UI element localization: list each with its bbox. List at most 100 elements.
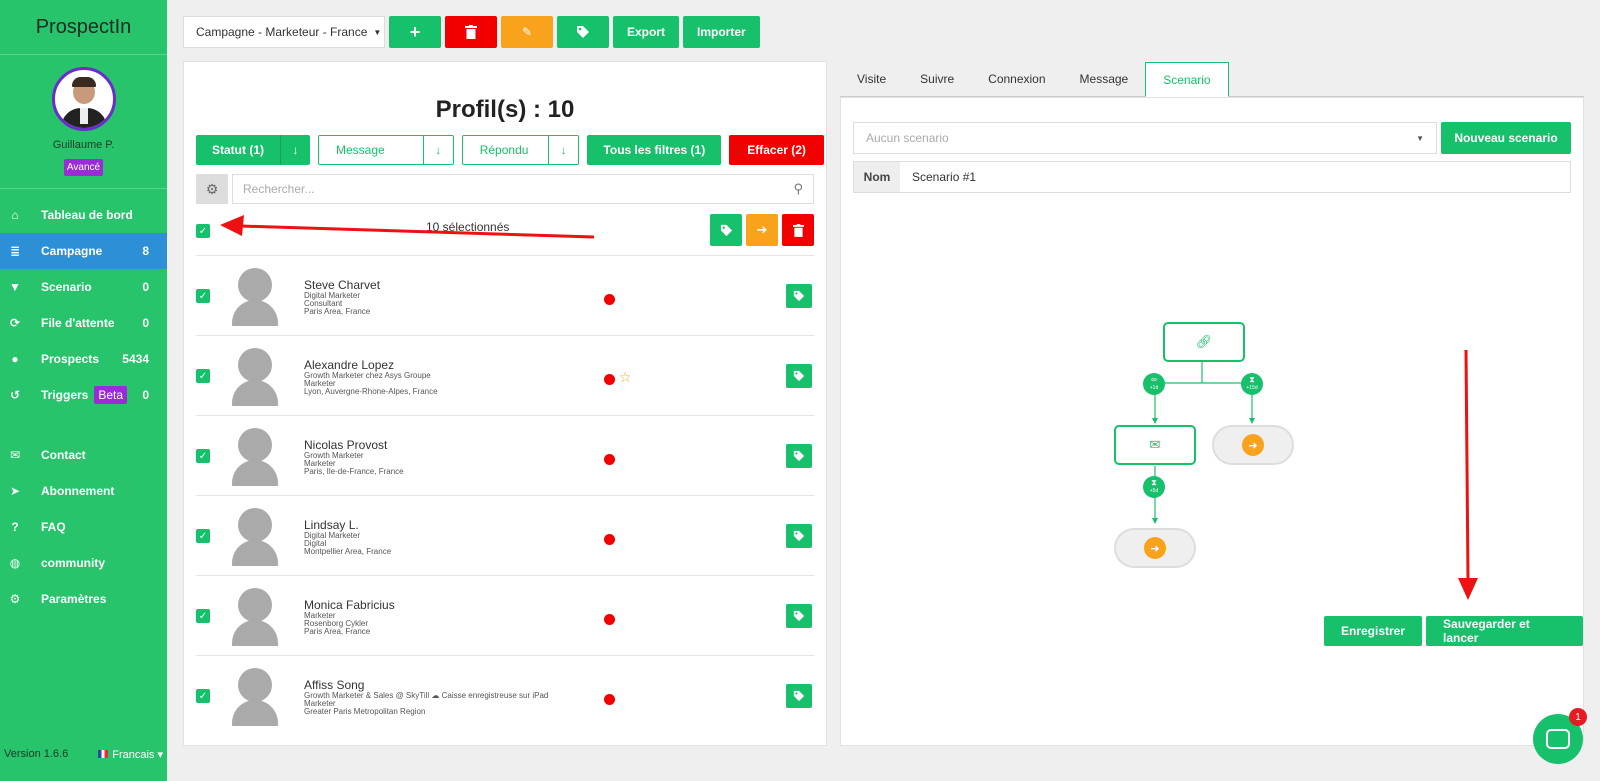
tab-scenario[interactable]: Scenario bbox=[1145, 62, 1229, 97]
status-filter-label: Statut (1) bbox=[212, 143, 264, 157]
row-tag-button[interactable] bbox=[786, 364, 812, 388]
sidebar-item-label: File d'attente bbox=[41, 316, 115, 330]
clear-filters-button[interactable]: Effacer (2) bbox=[729, 135, 824, 165]
table-row[interactable]: ✓ Alexandre Lopez Growth Marketer chez Asy… bbox=[196, 335, 814, 415]
secondary-nav: ✉ Contact ➤ Abonnement? FAQ ◍ community ⚙ Paramè… bbox=[0, 437, 167, 617]
trash-icon bbox=[792, 223, 804, 237]
row-tag-button[interactable] bbox=[786, 604, 812, 628]
tab-message[interactable]: Message bbox=[1063, 62, 1146, 96]
sidebar-item-label: Campagne bbox=[41, 244, 103, 258]
profile-name[interactable]: Affiss Song bbox=[304, 678, 548, 692]
tag-icon bbox=[793, 290, 805, 302]
refresh-icon: ⟳ bbox=[9, 316, 21, 330]
exit-node[interactable]: ➜ bbox=[1212, 425, 1294, 465]
sidebar-item-param-tres[interactable]: ⚙ Paramètres bbox=[0, 581, 167, 617]
row-tag-button[interactable] bbox=[786, 284, 812, 308]
export-button[interactable]: Export bbox=[613, 16, 680, 48]
avatar[interactable] bbox=[51, 67, 116, 131]
import-button[interactable]: Importer bbox=[683, 16, 760, 48]
sidebar-item-abonnement[interactable]: ➤ Abonnement bbox=[0, 473, 167, 509]
edit-campaign-button[interactable]: ✎ bbox=[501, 16, 553, 48]
select-all-checkbox[interactable]: ✓ bbox=[196, 224, 210, 238]
table-row[interactable]: ✓ Monica Fabricius Marketer Rosenborg Cykle… bbox=[196, 575, 814, 655]
bulk-tag-button[interactable] bbox=[710, 214, 742, 246]
delay-label: +5d bbox=[1149, 488, 1159, 494]
table-row[interactable]: ✓ Lindsay L. Digital Marketer Digital Montpe… bbox=[196, 495, 814, 575]
sidebar-item-tableau-de-bord[interactable]: ⌂ Tableau de bord bbox=[0, 197, 167, 233]
save-button[interactable]: Enregistrer bbox=[1324, 616, 1423, 646]
message-filter-button[interactable]: Message ↓ bbox=[318, 135, 454, 165]
profile-name[interactable]: Nicolas Provost bbox=[304, 438, 404, 452]
profile-info: Nicolas Provost Growth Marketer Marketer Pa… bbox=[304, 438, 404, 476]
bulk-move-button[interactable]: ➜ bbox=[746, 214, 778, 246]
link-icon: ∞ bbox=[1151, 375, 1157, 384]
row-checkbox[interactable]: ✓ bbox=[196, 289, 210, 303]
search-settings-button[interactable]: ⚙ bbox=[196, 174, 228, 204]
status-filter-button[interactable]: Statut (1) ↓ bbox=[196, 135, 310, 165]
tab-suivre[interactable]: Suivre bbox=[903, 62, 971, 96]
table-row[interactable]: ✓ Nicolas Provost Growth Marketer Marketer P… bbox=[196, 415, 814, 495]
scenario-actions: Enregistrer Sauvegarder et lancer bbox=[1324, 616, 1583, 646]
scenario-flow-connectors bbox=[1152, 362, 1255, 524]
row-checkbox[interactable]: ✓ bbox=[196, 529, 210, 543]
discord-icon: ◍ bbox=[9, 556, 21, 570]
envelope-icon: ✉ bbox=[1149, 437, 1161, 452]
tab-visite[interactable]: Visite bbox=[840, 62, 903, 96]
profile-info: Affiss Song Growth Marketer & Sales @ Sky… bbox=[304, 678, 548, 716]
profile-name[interactable]: Monica Fabricius bbox=[304, 598, 395, 612]
chat-notification-badge: 1 bbox=[1569, 708, 1587, 726]
search-icon: ⚲ bbox=[793, 181, 803, 196]
delete-campaign-button[interactable] bbox=[445, 16, 497, 48]
table-row[interactable]: ✓ Affiss Song Growth Marketer & Sales @ Sk… bbox=[196, 655, 814, 735]
tag-icon bbox=[793, 370, 805, 382]
row-tag-button[interactable] bbox=[786, 524, 812, 548]
detail-tabs: Visite Suivre Connexion Message Scenario bbox=[840, 62, 1584, 97]
tab-connexion[interactable]: Connexion bbox=[971, 62, 1062, 96]
status-dot bbox=[604, 534, 615, 545]
profiles-count-title: Profil(s) : 10 bbox=[435, 96, 575, 123]
pencil-icon: ✎ bbox=[521, 25, 533, 39]
profile-name[interactable]: Steve Charvet bbox=[304, 278, 380, 292]
all-filters-button[interactable]: Tous les filtres (1) bbox=[587, 135, 722, 165]
sidebar-item-contact[interactable]: ✉ Contact bbox=[0, 437, 167, 473]
sidebar-item-community[interactable]: ◍ community bbox=[0, 545, 167, 581]
add-campaign-button[interactable]: + bbox=[389, 16, 441, 48]
profile-name[interactable]: Lindsay L. bbox=[304, 518, 391, 532]
save-and-launch-button[interactable]: Sauvegarder et lancer bbox=[1426, 616, 1583, 646]
sidebar-item-file-d-attente[interactable]: ⟳ File d'attente 0 bbox=[0, 305, 167, 341]
row-tag-button[interactable] bbox=[786, 684, 812, 708]
bulk-delete-button[interactable] bbox=[782, 214, 814, 246]
replied-filter-label: Répondu bbox=[479, 143, 529, 157]
tag-campaign-button[interactable] bbox=[557, 16, 609, 48]
sidebar-item-label: FAQ bbox=[41, 520, 66, 534]
version-label: Version 1.6.6 bbox=[4, 748, 69, 760]
profile-name[interactable]: Alexandre Lopez bbox=[304, 358, 438, 372]
sidebar-item-label: Contact bbox=[41, 448, 86, 462]
visit-profile-node[interactable]: 🔗︎ bbox=[1163, 322, 1245, 362]
row-tag-button[interactable] bbox=[786, 444, 812, 468]
sidebar-item-prospects[interactable]: ● Prospects 5434 bbox=[0, 341, 167, 377]
campaign-select[interactable]: Campagne - Marketeur - France ▼ bbox=[183, 16, 385, 48]
sidebar-item-scenario[interactable]: ▼ Scenario 0 bbox=[0, 269, 167, 305]
sign-out-icon: ➜ bbox=[1144, 537, 1166, 559]
tag-icon bbox=[720, 224, 732, 236]
search-input[interactable]: Rechercher... ⚲ bbox=[232, 174, 814, 204]
row-checkbox[interactable]: ✓ bbox=[196, 689, 210, 703]
row-checkbox[interactable]: ✓ bbox=[196, 449, 210, 463]
row-checkbox[interactable]: ✓ bbox=[196, 369, 210, 383]
exit-node[interactable]: ➜ bbox=[1114, 528, 1196, 568]
sidebar-item-campagne[interactable]: ≣ Campagne 8 bbox=[0, 233, 167, 269]
star-icon[interactable]: ☆ bbox=[619, 369, 632, 386]
brand-logo[interactable]: ProspectIn bbox=[0, 0, 167, 55]
chat-launcher[interactable]: 1 bbox=[1533, 708, 1587, 764]
sidebar-item-label: Prospects bbox=[41, 352, 100, 366]
sidebar-item-triggers[interactable]: ↺ Triggers Beta 0 bbox=[0, 377, 167, 413]
row-checkbox[interactable]: ✓ bbox=[196, 609, 210, 623]
sidebar-footer: Version 1.6.6 Francais ▾ bbox=[4, 748, 163, 761]
sidebar-item-count: 0 bbox=[142, 280, 149, 294]
replied-filter-button[interactable]: Répondu ↓ bbox=[461, 135, 580, 165]
send-message-node[interactable]: ✉ bbox=[1114, 425, 1196, 465]
language-select[interactable]: Francais ▾ bbox=[98, 748, 163, 761]
table-row[interactable]: ✓ Steve Charvet Digital Marketer Consultant… bbox=[196, 255, 814, 335]
sidebar-item-faq[interactable]: ? FAQ bbox=[0, 509, 167, 545]
